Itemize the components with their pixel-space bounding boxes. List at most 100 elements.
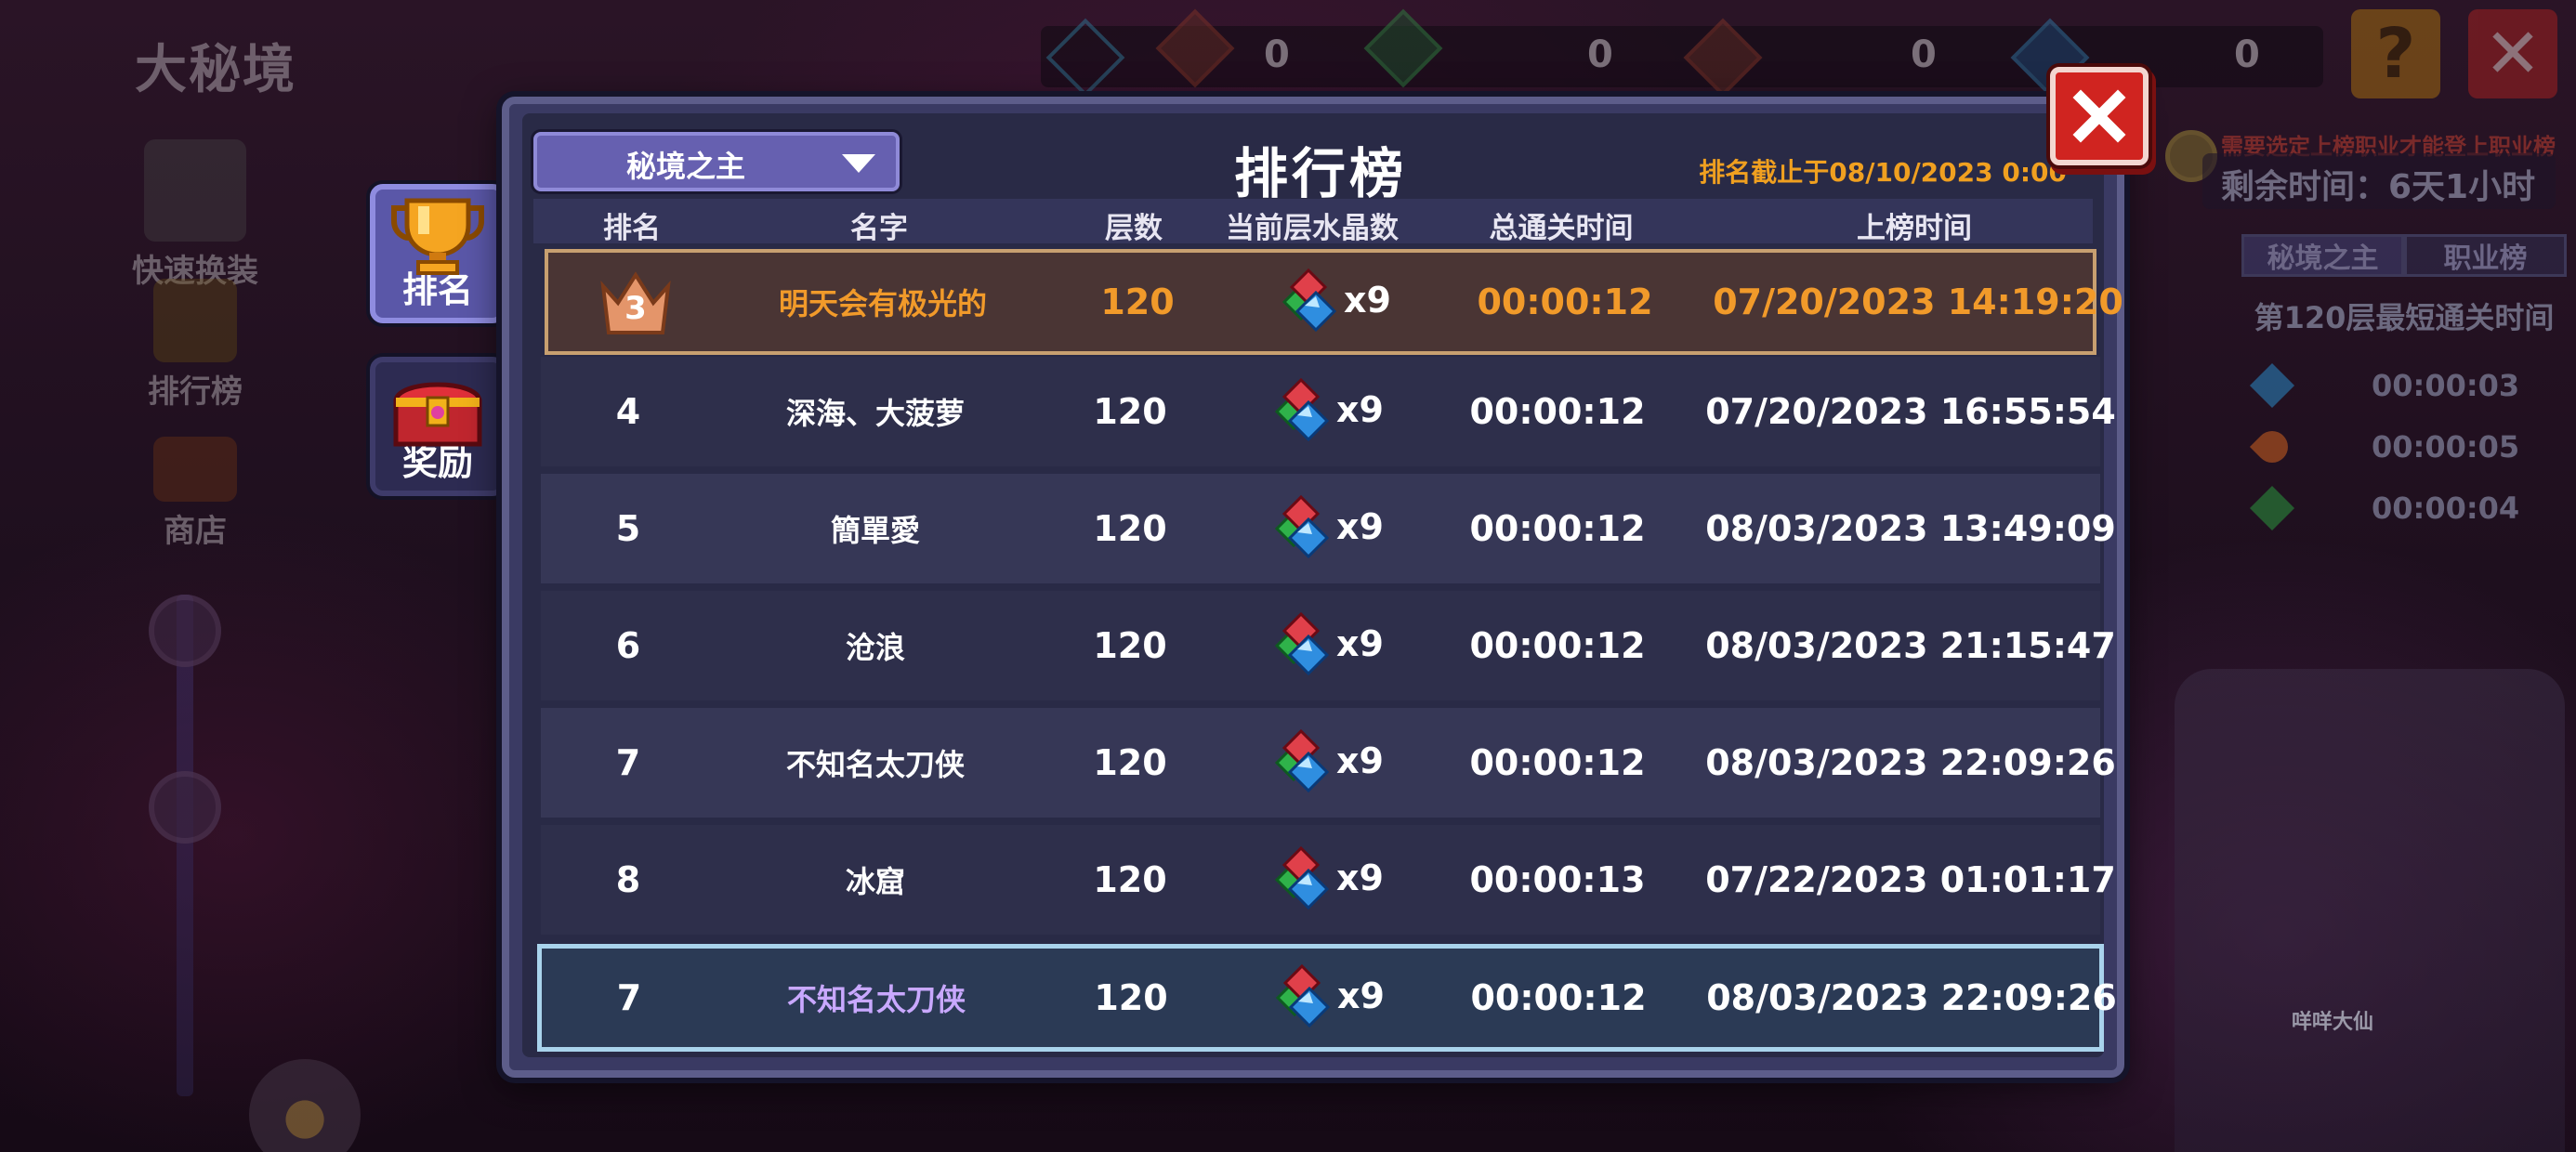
crystal-cluster-icon <box>1274 377 1330 442</box>
record-row: 00:00:05 <box>2241 419 2567 475</box>
row-rank: 3 <box>624 290 647 327</box>
row-player-name: 明天会有极光的 <box>778 286 988 321</box>
ranking-cutoff: 排名截止于08/10/2023 0:00 <box>1699 157 2067 188</box>
col-crystals: 当前层水晶数 <box>1226 212 1399 245</box>
col-name: 名字 <box>850 212 908 245</box>
record-row: 00:00:03 <box>2241 358 2567 413</box>
col-rank: 排名 <box>603 212 661 245</box>
crystal-cluster-icon <box>1275 963 1331 1028</box>
record-tabs: 秘境之主 职业榜 <box>2241 234 2567 277</box>
location-title: 大秘境 <box>135 40 296 100</box>
record-subtitle: 第120层最短通关时间 <box>2254 300 2555 335</box>
tab-rewards[interactable]: 奖励 <box>370 357 506 496</box>
row-floor: 120 <box>1094 977 1168 1018</box>
row-crystals: x9 <box>1256 609 1396 683</box>
row-total-time: 00:00:12 <box>1477 281 1653 322</box>
table-header: 排名 名字 层数 当前层水晶数 总通关时间 上榜时间 <box>533 199 2093 245</box>
row-crystals: x9 <box>1256 726 1396 800</box>
row-rank: 7 <box>615 742 641 783</box>
col-total-time: 总通关时间 <box>1489 212 1634 245</box>
crystal-cluster-icon <box>1274 611 1330 676</box>
record-list: 00:00:03 00:00:05 00:00:04 <box>2241 358 2567 543</box>
armor-icon <box>144 139 246 242</box>
fire-crystal-icon <box>2249 424 2295 470</box>
row-floor: 120 <box>1093 742 1167 783</box>
floor-node <box>149 771 221 844</box>
crystal-cluster-icon <box>1274 494 1330 559</box>
nav-label: 商店 <box>164 513 227 550</box>
row-total-time: 00:00:12 <box>1469 742 1646 783</box>
table-row[interactable]: 8 冰窟 120 x9 00:00:13 07/22/2023 01:01:17 <box>541 825 2116 935</box>
crystal-count: x9 <box>1336 506 1384 547</box>
table-row[interactable]: 3 明天会有极光的 120 x9 00:00:12 07/20/2023 14:… <box>545 249 2123 355</box>
close-button[interactable] <box>2050 67 2149 165</box>
green-crystal-icon <box>2249 485 2295 531</box>
row-player-name: 沧浪 <box>845 630 906 665</box>
row-floor: 120 <box>1093 508 1167 549</box>
row-rank: 7 <box>616 977 642 1018</box>
crystal-cluster-icon <box>1274 845 1330 910</box>
leaderboard-panel: 秘境之主 排行榜 排名截止于08/10/2023 0:00 排名 名字 层数 当… <box>522 113 2123 1057</box>
table-row[interactable]: 5 簡單愛 120 x9 00:00:12 08/03/2023 13:49:0… <box>541 474 2116 583</box>
row-player-name: 冰窟 <box>845 864 906 899</box>
crystal-count: x9 <box>1336 389 1384 430</box>
tab-job-rank[interactable]: 职业榜 <box>2404 234 2567 277</box>
row-player-name: 深海、大菠萝 <box>785 396 966 431</box>
crystal-count: x9 <box>1336 740 1384 781</box>
counter-value: 0 <box>1264 33 1290 76</box>
row-rank: 4 <box>615 391 641 432</box>
col-floor: 层数 <box>1105 212 1163 245</box>
exit-button[interactable]: ✕ <box>2468 9 2557 98</box>
row-total-time: 00:00:12 <box>1470 977 1647 1018</box>
table-row[interactable]: 7 不知名太刀侠 120 x9 00:00:12 08/03/2023 22:0… <box>541 708 2116 818</box>
tab-ranking[interactable]: 排名 <box>370 184 506 323</box>
record-time: 00:00:03 <box>2372 368 2520 403</box>
bronze-crown-icon: 3 <box>598 268 674 336</box>
blue-crystal-icon <box>2249 362 2295 409</box>
row-rank: 5 <box>615 508 641 549</box>
remaining-time: 剩余时间：6天1小时 <box>2221 168 2536 206</box>
table-row[interactable]: 6 沧浪 120 x9 00:00:12 08/03/2023 21:15:47 <box>541 591 2116 700</box>
leaderboard-modal: 秘境之主 排行榜 排名截止于08/10/2023 0:00 排名 名字 层数 当… <box>502 97 2124 1078</box>
crystal-count: x9 <box>1336 623 1384 664</box>
row-rank: 8 <box>615 859 641 900</box>
row-rank: 6 <box>615 625 641 666</box>
nav-label: 排行榜 <box>148 373 243 411</box>
record-time: 00:00:04 <box>2372 491 2520 526</box>
row-player-name: 不知名太刀侠 <box>786 982 966 1017</box>
row-total-time: 00:00:12 <box>1469 625 1646 666</box>
counter-value: 0 <box>1587 33 1613 76</box>
table-row[interactable]: 4 深海、大菠萝 120 x9 00:00:12 07/20/2023 16:5… <box>541 357 2116 466</box>
row-total-time: 00:00:12 <box>1469 508 1646 549</box>
row-floor: 120 <box>1100 281 1175 322</box>
shop-nav-button[interactable]: 商店 <box>121 437 269 551</box>
record-time: 00:00:05 <box>2372 429 2520 465</box>
row-player-name: 不知名太刀侠 <box>785 747 966 782</box>
self-rank-row[interactable]: 7 不知名太刀侠 120 x9 00:00:12 08/03/2023 22:0… <box>537 944 2117 1052</box>
counter-value: 0 <box>1911 33 1937 76</box>
row-player-name: 簡單愛 <box>830 513 921 548</box>
treasure-chest-icon <box>393 382 482 447</box>
trophy-icon <box>391 198 484 275</box>
row-date: 08/03/2023 21:15:47 <box>1705 625 2116 666</box>
row-crystals: x9 <box>1256 491 1396 566</box>
tab-realm-master[interactable]: 秘境之主 <box>2241 234 2404 277</box>
row-total-time: 00:00:12 <box>1469 391 1646 432</box>
row-date: 07/20/2023 16:55:54 <box>1705 391 2116 432</box>
row-date: 08/03/2023 13:49:09 <box>1705 508 2116 549</box>
npc-name: 咩咩大仙 <box>2292 1011 2374 1034</box>
shop-icon <box>153 437 237 502</box>
record-row: 00:00:04 <box>2241 480 2567 536</box>
ranking-nav-button[interactable]: 排行榜 <box>121 279 269 412</box>
row-crystals: x9 <box>1256 374 1396 449</box>
crystal-count: x9 <box>1336 857 1384 898</box>
crystal-count: x9 <box>1344 280 1391 321</box>
row-date: 08/03/2023 22:09:26 <box>1705 742 2116 783</box>
row-floor: 120 <box>1093 859 1167 900</box>
close-icon <box>2072 89 2126 143</box>
row-crystals: x9 <box>1264 265 1403 339</box>
floor-node <box>149 595 221 667</box>
help-button[interactable]: ? <box>2351 9 2440 98</box>
npc-house[interactable] <box>2175 669 2565 1152</box>
quick-equip-button[interactable]: 快速换装 <box>121 139 269 291</box>
